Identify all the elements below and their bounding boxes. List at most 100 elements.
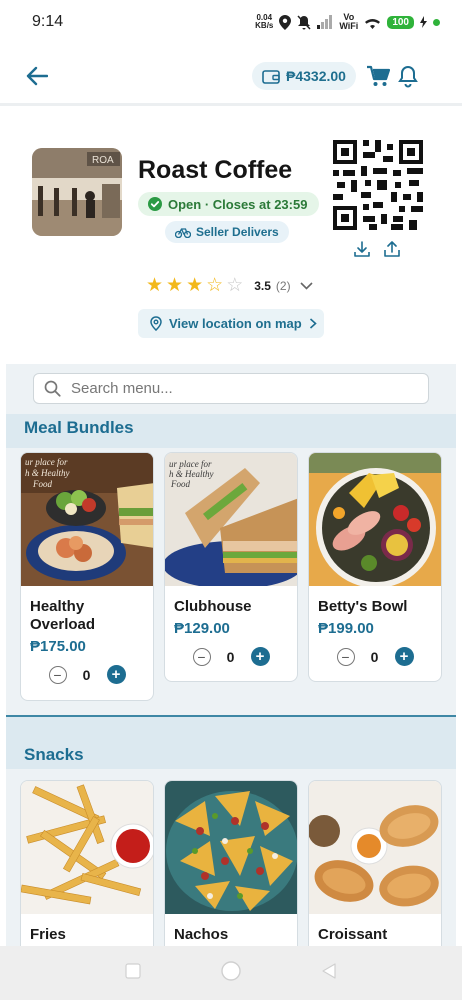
vowifi-wifi: WiFi [339, 21, 359, 31]
quantity-stepper: − 0 + [309, 647, 441, 666]
mute-icon [297, 14, 311, 30]
product-name: Betty's Bowl [318, 598, 408, 615]
battery-indicator: 100 [387, 15, 414, 29]
chevron-down-icon [300, 282, 313, 290]
square-icon [125, 962, 141, 979]
cart-button[interactable] [366, 65, 391, 92]
search-bar[interactable] [33, 373, 429, 404]
delivery-text: Seller Delivers [196, 225, 279, 239]
product-card-bettys-bowl[interactable]: Betty's Bowl ₱199.00 − 0 + [308, 452, 442, 682]
back-nav-button[interactable] [320, 962, 338, 985]
product-image [21, 781, 153, 914]
vowifi-label: Vo WiFi [339, 13, 358, 31]
product-image [165, 781, 297, 914]
rating-row[interactable]: ★ ★ ★ ☆ ☆ 3.5 (2) [146, 276, 313, 296]
category-title: Snacks [24, 745, 84, 764]
notification-dot [433, 18, 440, 26]
store-photo: ROA [32, 148, 122, 236]
svg-text:Food: Food [170, 479, 190, 489]
back-button[interactable] [22, 61, 52, 91]
check-circle-icon [148, 197, 162, 211]
star-icon: ★ [146, 275, 164, 296]
open-status-badge: Open · Closes at 23:59 [138, 192, 320, 216]
bicycle-icon [175, 227, 191, 238]
delivery-badge: Seller Delivers [165, 221, 289, 243]
circle-icon [221, 960, 241, 981]
product-price: ₱175.00 [30, 638, 86, 655]
star-outline-icon: ☆ [226, 275, 244, 296]
status-bar: 9:14 0.04 KB/s Vo WiFi 100 [0, 0, 462, 44]
quantity-value: 0 [82, 666, 91, 683]
minus-button[interactable]: − [192, 647, 211, 666]
store-sign-text: ROA [92, 155, 114, 166]
svg-text:Food: Food [32, 479, 52, 489]
product-name: Fries [30, 926, 66, 943]
network-speed-unit: KB/s [255, 21, 274, 30]
category-title: Meal Bundles [24, 418, 134, 437]
status-icons: 0.04 KB/s Vo WiFi 100 [255, 13, 440, 31]
star-icon: ★ [186, 275, 204, 296]
plus-button[interactable]: + [394, 647, 414, 666]
wallet-amount: ₱4332.00 [286, 68, 346, 84]
plus-button[interactable]: + [106, 665, 126, 684]
product-image: ur place for h & Healthy Food [21, 453, 153, 586]
chevron-right-icon [309, 318, 317, 329]
store-name: Roast Coffee [138, 156, 293, 184]
signal-icon [317, 15, 333, 29]
product-name: Nachos [174, 926, 229, 943]
store-info: ROA Roast Coffee Open · Closes at 23:59 … [0, 108, 462, 363]
system-navigation-bar [0, 946, 462, 1000]
back-arrow-icon [26, 66, 48, 85]
menu-section: Meal Bundles ur place for h & Healthy Fo… [6, 364, 456, 1000]
search-input[interactable] [71, 380, 401, 397]
quantity-value: 0 [226, 648, 235, 665]
minus-button[interactable]: − [336, 647, 355, 666]
qr-code-icon[interactable] [333, 140, 423, 230]
plus-button[interactable]: + [250, 647, 270, 666]
quantity-stepper: − 0 + [165, 647, 297, 666]
product-image [309, 781, 441, 914]
open-status-text: Open · Closes at 23:59 [168, 196, 308, 212]
notifications-button[interactable] [398, 65, 418, 93]
half-star-icon: ☆ [206, 275, 224, 296]
download-icon [354, 241, 370, 257]
wifi-icon [365, 18, 381, 29]
wallet-icon [262, 69, 280, 84]
product-name: Croissant [318, 926, 388, 943]
svg-text:ur place for: ur place for [25, 457, 68, 467]
cart-icon [367, 65, 391, 86]
product-image: ur place for h & Healthy Food [165, 453, 297, 586]
product-price: ₱129.00 [174, 620, 230, 637]
wallet-balance-button[interactable]: ₱4332.00 [252, 62, 356, 90]
recents-button[interactable] [124, 962, 142, 985]
charging-icon [420, 16, 427, 28]
location-status-icon [279, 14, 292, 30]
product-card-nachos[interactable]: Nachos [164, 780, 298, 960]
quantity-value: 0 [370, 648, 379, 665]
download-qr-button[interactable] [354, 241, 370, 263]
rating-count: (2) [275, 279, 291, 293]
triangle-back-icon [322, 962, 336, 979]
rating-value: 3.5 [254, 279, 271, 293]
product-name: Healthy Overload [30, 598, 96, 633]
share-qr-button[interactable] [384, 241, 400, 263]
product-card-healthy-overload[interactable]: ur place for h & Healthy Food Healthy Ov… [20, 452, 154, 701]
svg-text:h & Healthy: h & Healthy [169, 469, 214, 479]
svg-text:ur place for: ur place for [169, 459, 212, 469]
bell-icon [398, 65, 418, 88]
star-icon: ★ [166, 275, 184, 296]
view-location-button[interactable]: View location on map [138, 309, 324, 338]
app-header: ₱4332.00 [0, 48, 462, 106]
product-card-clubhouse[interactable]: ur place for h & Healthy Food Clubhouse … [164, 452, 298, 682]
product-image [309, 453, 441, 586]
svg-text:h & Healthy: h & Healthy [25, 468, 70, 478]
share-icon [384, 241, 400, 257]
quantity-stepper: − 0 + [21, 665, 153, 684]
network-speed: 0.04 KB/s [255, 14, 273, 30]
view-location-label: View location on map [169, 316, 302, 331]
home-button[interactable] [220, 960, 242, 987]
minus-button[interactable]: − [48, 665, 67, 684]
product-card-fries[interactable]: Fries [20, 780, 154, 960]
status-time: 9:14 [32, 13, 64, 30]
product-card-croissant[interactable]: Croissant [308, 780, 442, 960]
